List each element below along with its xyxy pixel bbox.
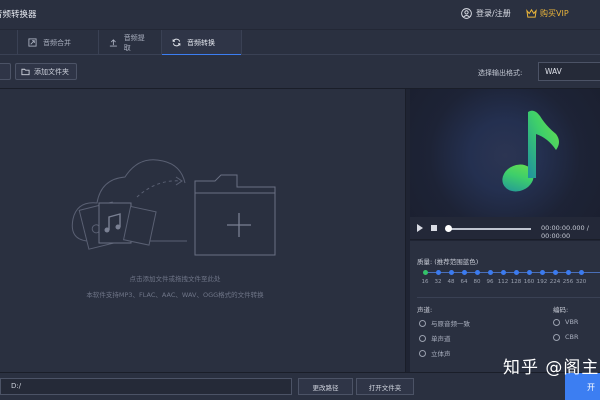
quality-step-dot[interactable] [565, 270, 571, 275]
divider [417, 297, 600, 298]
channel-option-label: 单声道 [431, 335, 451, 343]
quality-step-dot[interactable] [422, 270, 428, 275]
add-folder-button[interactable]: 添加文件夹 [15, 63, 77, 80]
tab-bar: 音频合并 音频提取 音频转换 [0, 29, 600, 56]
progress-knob[interactable] [445, 225, 452, 232]
app-title: 音频转换器 [0, 10, 37, 20]
quality-label: 质量: (推荐范围蓝色) [417, 258, 479, 266]
change-path-button[interactable]: 更改路径 [298, 378, 353, 395]
tab-merge-label: 音频合并 [43, 38, 71, 47]
output-format-value: WAV [545, 67, 562, 76]
tab-convert[interactable]: 音频转换 [162, 30, 242, 56]
quality-step-dot[interactable] [513, 270, 519, 275]
channel-label: 声道: [417, 306, 433, 314]
timecode: 00:00:00.000 / 00:00:00 [541, 224, 589, 240]
output-path-value: D:/ [11, 382, 22, 390]
quality-step-label: 320 [575, 279, 587, 285]
channel-option-mono[interactable]: 单声道 [419, 333, 451, 343]
radio-icon [419, 319, 426, 327]
open-folder-label: 打开文件夹 [368, 383, 402, 392]
add-folder-label: 添加文件夹 [34, 67, 69, 76]
output-format-select[interactable]: WAV [538, 62, 600, 81]
toolbar: 添加文件夹 选择输出格式: WAV [0, 55, 600, 89]
change-path-label: 更改路径 [312, 383, 339, 392]
tab-merge[interactable]: 音频合并 [18, 30, 99, 55]
player-controls: 00:00:00.000 / 00:00:00 [410, 217, 600, 240]
user-icon [461, 8, 472, 19]
drop-illustration-icon [71, 159, 276, 256]
watermark: 知乎 @阁主 [503, 358, 600, 378]
tab-extract-label: 音频提取 [123, 33, 145, 52]
encoding-option-label: VBR [565, 318, 579, 326]
start-label: 开 [587, 382, 595, 392]
login-label: 登录/注册 [476, 9, 511, 18]
quality-step-dot[interactable] [552, 270, 558, 275]
radio-icon [419, 334, 426, 342]
merge-icon [28, 38, 37, 47]
channel-option-stereo[interactable]: 立体声 [419, 348, 451, 358]
quality-step-dot[interactable] [526, 270, 532, 275]
add-file-button[interactable] [0, 63, 11, 80]
tab-convert-label: 音频转换 [187, 38, 215, 47]
quality-step-dot[interactable] [539, 270, 545, 275]
extract-icon [109, 39, 117, 47]
encoding-label: 编码: [553, 306, 569, 314]
convert-icon [172, 38, 181, 47]
radio-icon [553, 318, 560, 326]
encoding-option-vbr[interactable]: VBR [553, 318, 578, 326]
radio-icon [553, 333, 560, 341]
vip-label: 购买VIP [540, 9, 569, 18]
encoding-option-label: CBR [565, 333, 579, 341]
channel-option-label: 立体声 [431, 350, 451, 358]
radio-icon [419, 349, 426, 357]
tab-prev[interactable] [0, 30, 18, 55]
stop-icon[interactable] [431, 225, 437, 231]
quality-step-dot[interactable] [487, 270, 493, 275]
audio-preview [410, 89, 600, 217]
login-button[interactable]: 登录/注册 [461, 8, 511, 19]
title-bar: 音频转换器 登录/注册 购买VIP [0, 0, 600, 29]
file-drop-area[interactable]: 点击添加文件或拖拽文件至此处 本软件支持MP3、FLAC、AAC、WAV、OGG… [0, 89, 406, 372]
quality-step-dot[interactable] [448, 270, 454, 275]
drop-hint-secondary: 本软件支持MP3、FLAC、AAC、WAV、OGG格式的文件转换 [86, 291, 264, 299]
quality-step-dot[interactable] [578, 270, 584, 275]
vip-button[interactable]: 购买VIP [526, 8, 569, 19]
encoding-option-cbr[interactable]: CBR [553, 333, 579, 341]
channel-option-label: 与原音频一致 [431, 320, 470, 328]
crown-icon [526, 8, 537, 18]
quality-step-dot[interactable] [474, 270, 480, 275]
progress-track[interactable] [447, 228, 531, 230]
output-path-field[interactable]: D:/ [0, 378, 292, 395]
play-icon[interactable] [417, 224, 423, 232]
quality-step-dot[interactable] [500, 270, 506, 275]
output-format-label: 选择输出格式: [478, 69, 523, 77]
tab-extract[interactable]: 音频提取 [99, 30, 162, 55]
folder-icon [21, 68, 30, 76]
drop-hint-primary: 点击添加文件或拖拽文件至此处 [129, 275, 221, 283]
quality-step-dot[interactable] [461, 270, 467, 275]
music-note-icon [502, 110, 559, 192]
quality-step-dot[interactable] [435, 270, 441, 275]
open-folder-button[interactable]: 打开文件夹 [356, 378, 414, 395]
channel-option-original[interactable]: 与原音频一致 [419, 318, 470, 328]
